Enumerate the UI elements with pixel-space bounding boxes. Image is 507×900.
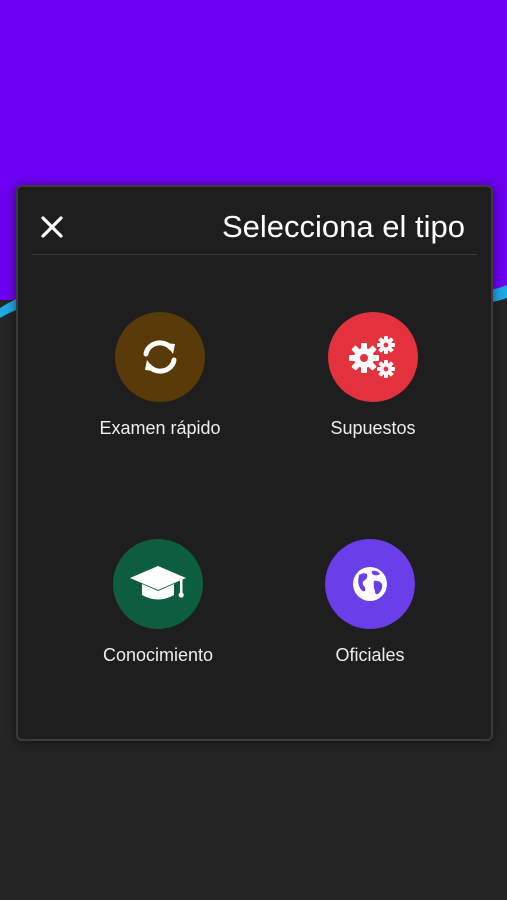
close-button[interactable] (40, 205, 84, 249)
app-screen: Selecciona el tipo Examen rápido Supuest… (0, 0, 507, 900)
option-examen-rapido[interactable]: Examen rápido (60, 312, 260, 462)
option-grid: Examen rápido Supuestos Conocimiento Ofi… (18, 255, 491, 739)
refresh-icon (143, 340, 177, 374)
graduation-cap-icon (130, 566, 186, 600)
option-label: Examen rápido (99, 418, 221, 438)
option-label: Oficiales (335, 645, 405, 665)
option-circle (115, 312, 205, 402)
option-circle (328, 312, 418, 402)
globe-icon (353, 567, 387, 601)
dialog-title: Selecciona el tipo (222, 209, 465, 244)
option-label: Supuestos (330, 418, 416, 438)
option-label: Conocimiento (102, 645, 214, 665)
option-circle (325, 539, 415, 629)
option-oficiales[interactable]: Oficiales (270, 539, 470, 689)
select-type-dialog: Selecciona el tipo Examen rápido Supuest… (16, 185, 493, 741)
dialog-header: Selecciona el tipo (32, 187, 477, 255)
option-conocimiento[interactable]: Conocimiento (58, 539, 258, 689)
close-icon (41, 216, 63, 238)
gears-icon (349, 336, 395, 378)
option-circle (113, 539, 203, 629)
option-supuestos[interactable]: Supuestos (273, 312, 473, 462)
